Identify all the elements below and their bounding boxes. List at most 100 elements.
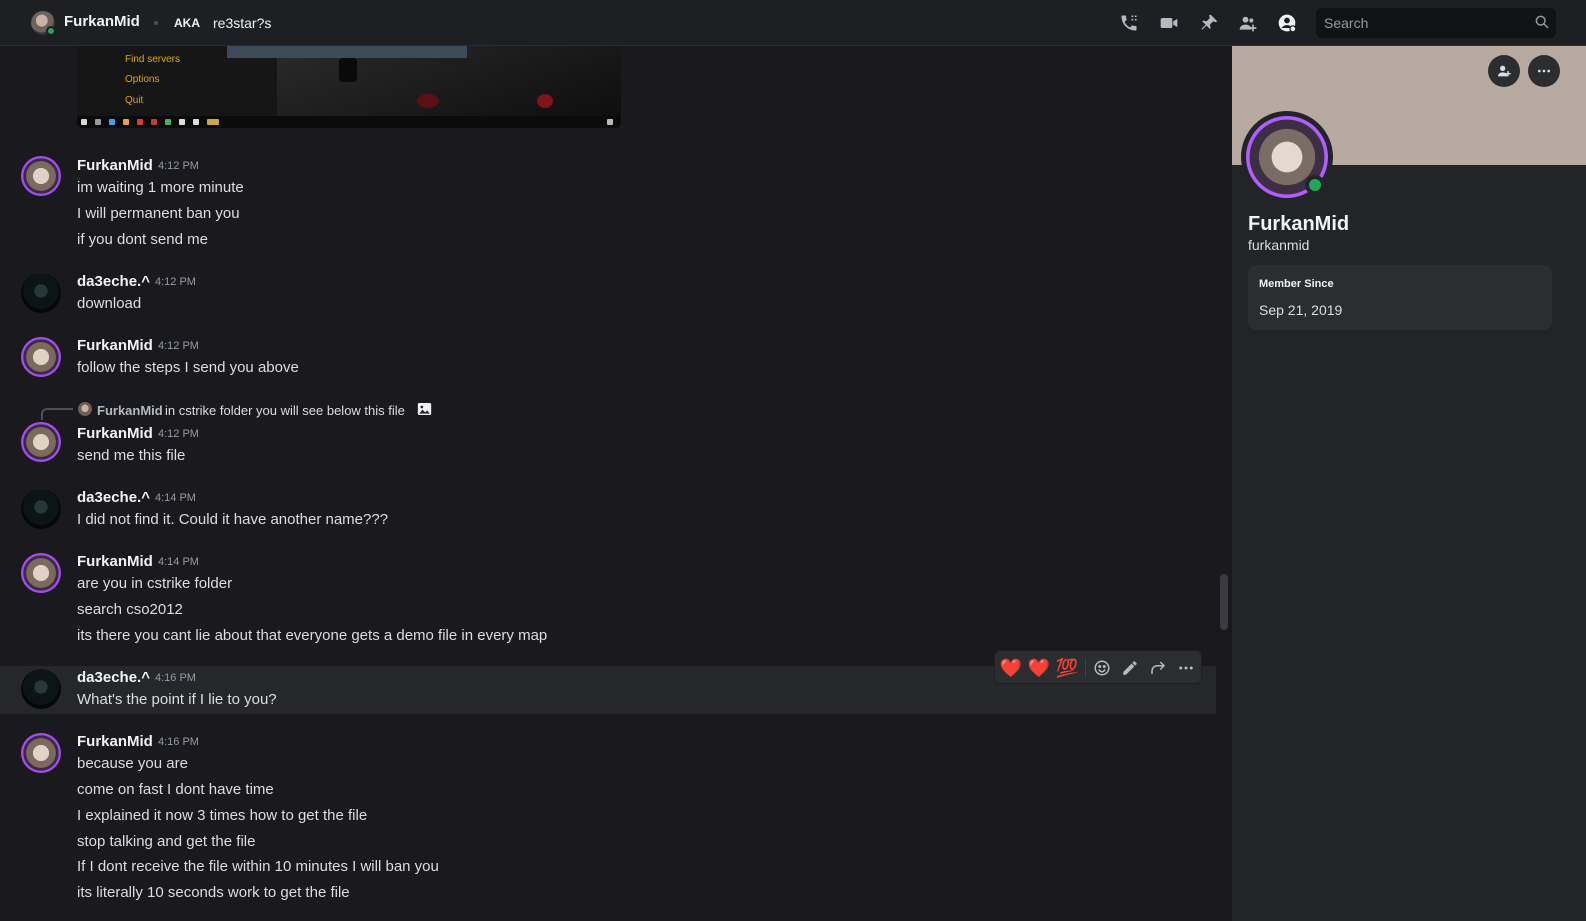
reply-preview[interactable]: in cstrike folder you will see below thi… [165,403,405,418]
avatar[interactable] [21,669,61,709]
message-timestamp: 4:12 PM [155,276,196,288]
message-timestamp: 4:12 PM [158,340,199,352]
message-group: FurkanMid 4:16 PM because you are come o… [0,722,1216,912]
message-group: FurkanMid 4:12 PM send me this file [0,418,1216,470]
avatar[interactable] [21,337,61,377]
message-text: send me this file [77,447,186,464]
app-icon [151,119,157,125]
avatar[interactable] [21,273,61,313]
message-text: its there you cant lie about that everyo… [77,627,548,644]
avatar[interactable] [21,489,61,529]
message-author[interactable]: FurkanMid [77,337,153,354]
message-author[interactable]: FurkanMid [77,553,153,570]
game-wall [227,46,467,58]
member-since-card: Member Since Sep 21, 2019 [1248,265,1552,330]
scrollbar-thumb[interactable] [1220,574,1228,630]
reaction-heart-button[interactable]: ❤️ [1000,657,1022,679]
reaction-100-button[interactable]: 💯 [1056,657,1078,679]
message-author[interactable]: FurkanMid [77,157,153,174]
message-author[interactable]: da3eche.^ [77,489,150,506]
game-menu-item: Find servers [125,54,181,65]
profile-display-name: FurkanMid [1248,213,1350,235]
add-friend-icon[interactable] [1236,11,1260,35]
message-text: What's the point if I lie to you? [77,691,277,708]
member-since-label: Member Since [1259,278,1334,290]
message-text: stop talking and get the file [77,833,256,850]
message-timestamp: 4:16 PM [155,672,196,684]
search-icon [95,119,101,125]
avatar[interactable] [21,422,61,462]
app-icon [207,119,219,125]
search-placeholder: Search [1324,15,1369,31]
message-group: da3eche.^ 4:12 PM download [0,262,1216,314]
alias-text: re3star?s [213,15,272,31]
avatar[interactable] [21,733,61,773]
channel-title[interactable]: FurkanMid [64,13,140,30]
profile-username: furkanmid [1248,237,1310,253]
app-icon [137,119,143,125]
message-text: follow the steps I send you above [77,359,299,376]
separator-dot [154,21,158,25]
image-attachment[interactable]: Find servers Options Quit [77,46,621,128]
message-author[interactable]: FurkanMid [77,425,153,442]
game-character [339,58,357,82]
message-author[interactable]: FurkanMid [77,733,153,750]
reply-author[interactable]: FurkanMid [97,403,163,418]
aka-label: AKA [174,16,200,30]
taskbar [77,116,621,128]
message-text: come on fast I dont have time [77,781,274,798]
add-reaction-icon[interactable] [1091,657,1113,679]
avatar[interactable] [21,553,61,593]
message-text: I will permanent ban you [77,205,240,222]
message-text: because you are [77,755,188,772]
message-text: im waiting 1 more minute [77,179,244,196]
online-status-indicator [46,26,56,36]
avatar[interactable] [21,156,61,196]
app-icon [193,119,199,125]
search-input[interactable]: Search [1316,8,1556,38]
game-decal [417,94,439,108]
more-icon [1538,69,1550,73]
more-options-button[interactable] [1528,55,1560,87]
message-author[interactable]: da3eche.^ [77,669,150,686]
message-text: its literally 10 seconds work to get the… [77,884,350,901]
forward-icon[interactable] [1147,657,1169,679]
message-timestamp: 4:12 PM [158,428,199,440]
tray-icon [607,119,613,125]
message-timestamp: 4:12 PM [158,160,199,172]
more-icon[interactable] [1175,657,1197,679]
top-bar: FurkanMid AKA re3star?s Search [0,0,1586,46]
pin-icon[interactable] [1197,11,1221,35]
image-icon [417,403,432,415]
reaction-heart-button[interactable]: ❤️ [1028,657,1050,679]
message-group: FurkanMid 4:12 PM im waiting 1 more minu… [0,144,1216,254]
online-status-indicator [1305,175,1325,195]
reply-avatar [78,402,92,416]
message-action-toolbar: ❤️ ❤️ 💯 [994,650,1202,684]
message-group: FurkanMid 4:12 PM follow the steps I sen… [0,326,1216,378]
toolbar-divider [1085,658,1086,678]
start-icon [81,119,87,125]
message-list: Find servers Options Quit FurkanMid 4:12… [0,46,1232,921]
message-timestamp: 4:14 PM [155,492,196,504]
phone-call-icon[interactable] [1117,11,1141,35]
message-timestamp: 4:16 PM [158,736,199,748]
app-icon [165,119,171,125]
edit-icon[interactable] [1119,657,1141,679]
message-timestamp: 4:14 PM [158,556,199,568]
game-menu-item: Quit [125,95,144,106]
add-friend-icon [1498,65,1511,77]
message-group: da3eche.^ 4:14 PM I did not find it. Cou… [0,478,1216,530]
message-text: are you in cstrike folder [77,575,233,592]
user-profile-icon[interactable] [1275,11,1299,35]
game-decal [537,94,553,108]
message-group: FurkanMid 4:14 PM are you in cstrike fol… [0,542,1216,652]
app-icon [123,119,129,125]
user-profile-panel: FurkanMid furkanmid Member Since Sep 21,… [1232,46,1586,921]
search-icon[interactable] [1534,14,1550,30]
video-camera-icon[interactable] [1157,11,1181,35]
message-text: if you dont send me [77,231,208,248]
add-friend-button[interactable] [1488,55,1520,87]
app-icon [179,119,185,125]
message-author[interactable]: da3eche.^ [77,273,150,290]
